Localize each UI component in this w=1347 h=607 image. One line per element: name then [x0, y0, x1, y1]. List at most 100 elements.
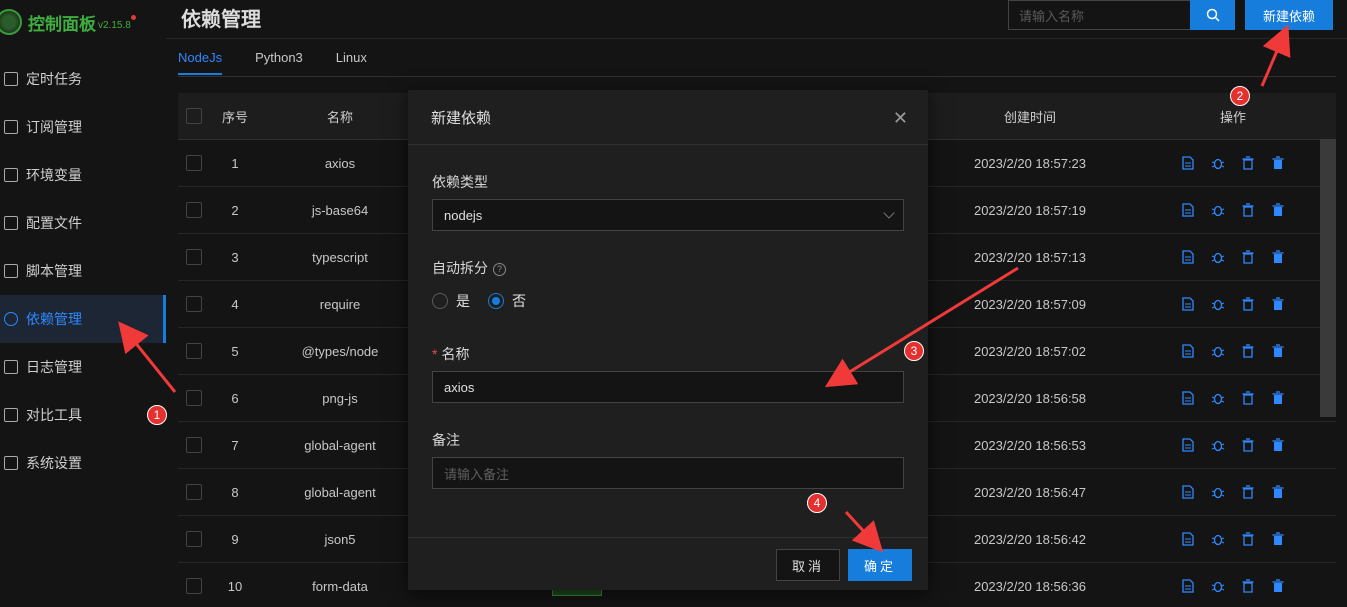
help-icon[interactable]: ?	[493, 262, 506, 276]
modal-title: 新建依赖	[408, 90, 928, 145]
log-file-icon[interactable]	[1180, 484, 1196, 500]
tab-linux[interactable]: Linux	[336, 50, 367, 75]
sidebar-item-subscription[interactable]: 订阅管理	[0, 103, 166, 151]
search-icon	[1206, 8, 1220, 22]
app-name: 控制面板	[28, 14, 96, 34]
search-button[interactable]	[1190, 0, 1235, 30]
cancel-button[interactable]: 取消	[776, 549, 840, 581]
delete-filled-icon[interactable]	[1270, 249, 1286, 265]
row-checkbox[interactable]	[186, 249, 202, 265]
log-file-icon[interactable]	[1180, 531, 1196, 547]
logo-icon	[0, 9, 22, 35]
search-input[interactable]: 请输入名称	[1008, 0, 1191, 30]
header-divider	[166, 38, 1347, 39]
sidebar-item-label: 脚本管理	[26, 263, 82, 279]
new-dependency-button[interactable]: 新建依赖	[1245, 0, 1333, 30]
row-name: png-js	[322, 390, 358, 406]
row-checkbox[interactable]	[186, 484, 202, 500]
sidebar-item-crontab[interactable]: 定时任务	[0, 55, 166, 103]
bug-icon[interactable]	[1210, 578, 1226, 594]
row-index: 4	[231, 296, 239, 312]
log-file-icon[interactable]	[1180, 155, 1196, 171]
delete-outline-icon[interactable]	[1240, 249, 1256, 265]
sidebar-item-scripts[interactable]: 脚本管理	[0, 247, 166, 295]
log-file-icon[interactable]	[1180, 296, 1196, 312]
row-actions	[1130, 390, 1336, 406]
tab-nodejs[interactable]: NodeJs	[178, 50, 223, 75]
row-checkbox[interactable]	[186, 343, 202, 359]
bug-icon[interactable]	[1210, 202, 1226, 218]
row-checkbox[interactable]	[186, 578, 202, 594]
row-index: 6	[231, 390, 239, 406]
bug-icon[interactable]	[1210, 484, 1226, 500]
row-time: 2023/2/20 18:56:53	[973, 437, 1087, 453]
delete-outline-icon[interactable]	[1240, 343, 1256, 359]
delete-filled-icon[interactable]	[1270, 390, 1286, 406]
confirm-button[interactable]: 确定	[848, 549, 912, 581]
sidebar-item-logs[interactable]: 日志管理	[0, 343, 166, 391]
delete-filled-icon[interactable]	[1270, 202, 1286, 218]
row-name: js-base64	[311, 202, 369, 218]
delete-filled-icon[interactable]	[1270, 343, 1286, 359]
bug-icon[interactable]	[1210, 343, 1226, 359]
tab-python3[interactable]: Python3	[255, 50, 303, 75]
row-checkbox[interactable]	[186, 296, 202, 312]
radio-no[interactable]: 否	[488, 291, 526, 311]
remark-input[interactable]: 请输入备注	[432, 457, 904, 489]
bug-icon[interactable]	[1210, 249, 1226, 265]
row-checkbox[interactable]	[186, 437, 202, 453]
gear-icon	[4, 456, 18, 470]
type-select[interactable]: nodejs	[432, 199, 904, 231]
delete-outline-icon[interactable]	[1240, 202, 1256, 218]
log-file-icon[interactable]	[1180, 578, 1196, 594]
bug-icon[interactable]	[1210, 437, 1226, 453]
log-file-icon[interactable]	[1180, 343, 1196, 359]
delete-outline-icon[interactable]	[1240, 296, 1256, 312]
row-time: 2023/2/20 18:57:09	[973, 296, 1087, 312]
delete-filled-icon[interactable]	[1270, 578, 1286, 594]
sidebar-item-env[interactable]: 环境变量	[0, 151, 166, 199]
delete-outline-icon[interactable]	[1240, 578, 1256, 594]
delete-filled-icon[interactable]	[1270, 484, 1286, 500]
radio-yes[interactable]: 是	[432, 291, 470, 311]
delete-outline-icon[interactable]	[1240, 390, 1256, 406]
logo[interactable]: 控制面板 v2.15.8	[0, 4, 136, 40]
delete-filled-icon[interactable]	[1270, 296, 1286, 312]
log-file-icon[interactable]	[1180, 390, 1196, 406]
delete-outline-icon[interactable]	[1240, 155, 1256, 171]
delete-filled-icon[interactable]	[1270, 155, 1286, 171]
sidebar-item-settings[interactable]: 系统设置	[0, 439, 166, 487]
sidebar-item-dependencies[interactable]: 依赖管理	[0, 295, 166, 343]
row-name: form-data	[312, 578, 368, 594]
row-index: 7	[231, 437, 239, 453]
log-file-icon[interactable]	[1180, 437, 1196, 453]
bug-icon[interactable]	[1210, 296, 1226, 312]
select-all-checkbox[interactable]	[186, 108, 202, 124]
log-file-icon[interactable]	[1180, 202, 1196, 218]
app-root: 控制面板 v2.15.8 定时任务 订阅管理 环境变量 配置文件 脚本管理 依赖…	[0, 0, 1347, 607]
bug-icon[interactable]	[1210, 531, 1226, 547]
delete-filled-icon[interactable]	[1270, 437, 1286, 453]
bug-icon[interactable]	[1210, 390, 1226, 406]
sidebar-item-diff[interactable]: 对比工具	[0, 391, 166, 439]
row-name: require	[319, 296, 361, 312]
table-scrollbar[interactable]	[1320, 139, 1336, 417]
bug-icon[interactable]	[1210, 155, 1226, 171]
delete-outline-icon[interactable]	[1240, 437, 1256, 453]
row-checkbox[interactable]	[186, 390, 202, 406]
row-checkbox[interactable]	[186, 531, 202, 547]
row-checkbox[interactable]	[186, 155, 202, 171]
code-icon	[4, 264, 18, 278]
sidebar-item-label: 定时任务	[26, 71, 82, 87]
page-title: 依赖管理	[181, 9, 261, 31]
row-actions	[1130, 578, 1336, 594]
close-icon[interactable]: ✕	[893, 108, 908, 129]
delete-outline-icon[interactable]	[1240, 531, 1256, 547]
name-input[interactable]: axios	[432, 371, 904, 403]
delete-outline-icon[interactable]	[1240, 484, 1256, 500]
delete-filled-icon[interactable]	[1270, 531, 1286, 547]
sidebar-item-config[interactable]: 配置文件	[0, 199, 166, 247]
row-checkbox[interactable]	[186, 202, 202, 218]
log-file-icon[interactable]	[1180, 249, 1196, 265]
type-label: 依赖类型	[432, 174, 488, 190]
